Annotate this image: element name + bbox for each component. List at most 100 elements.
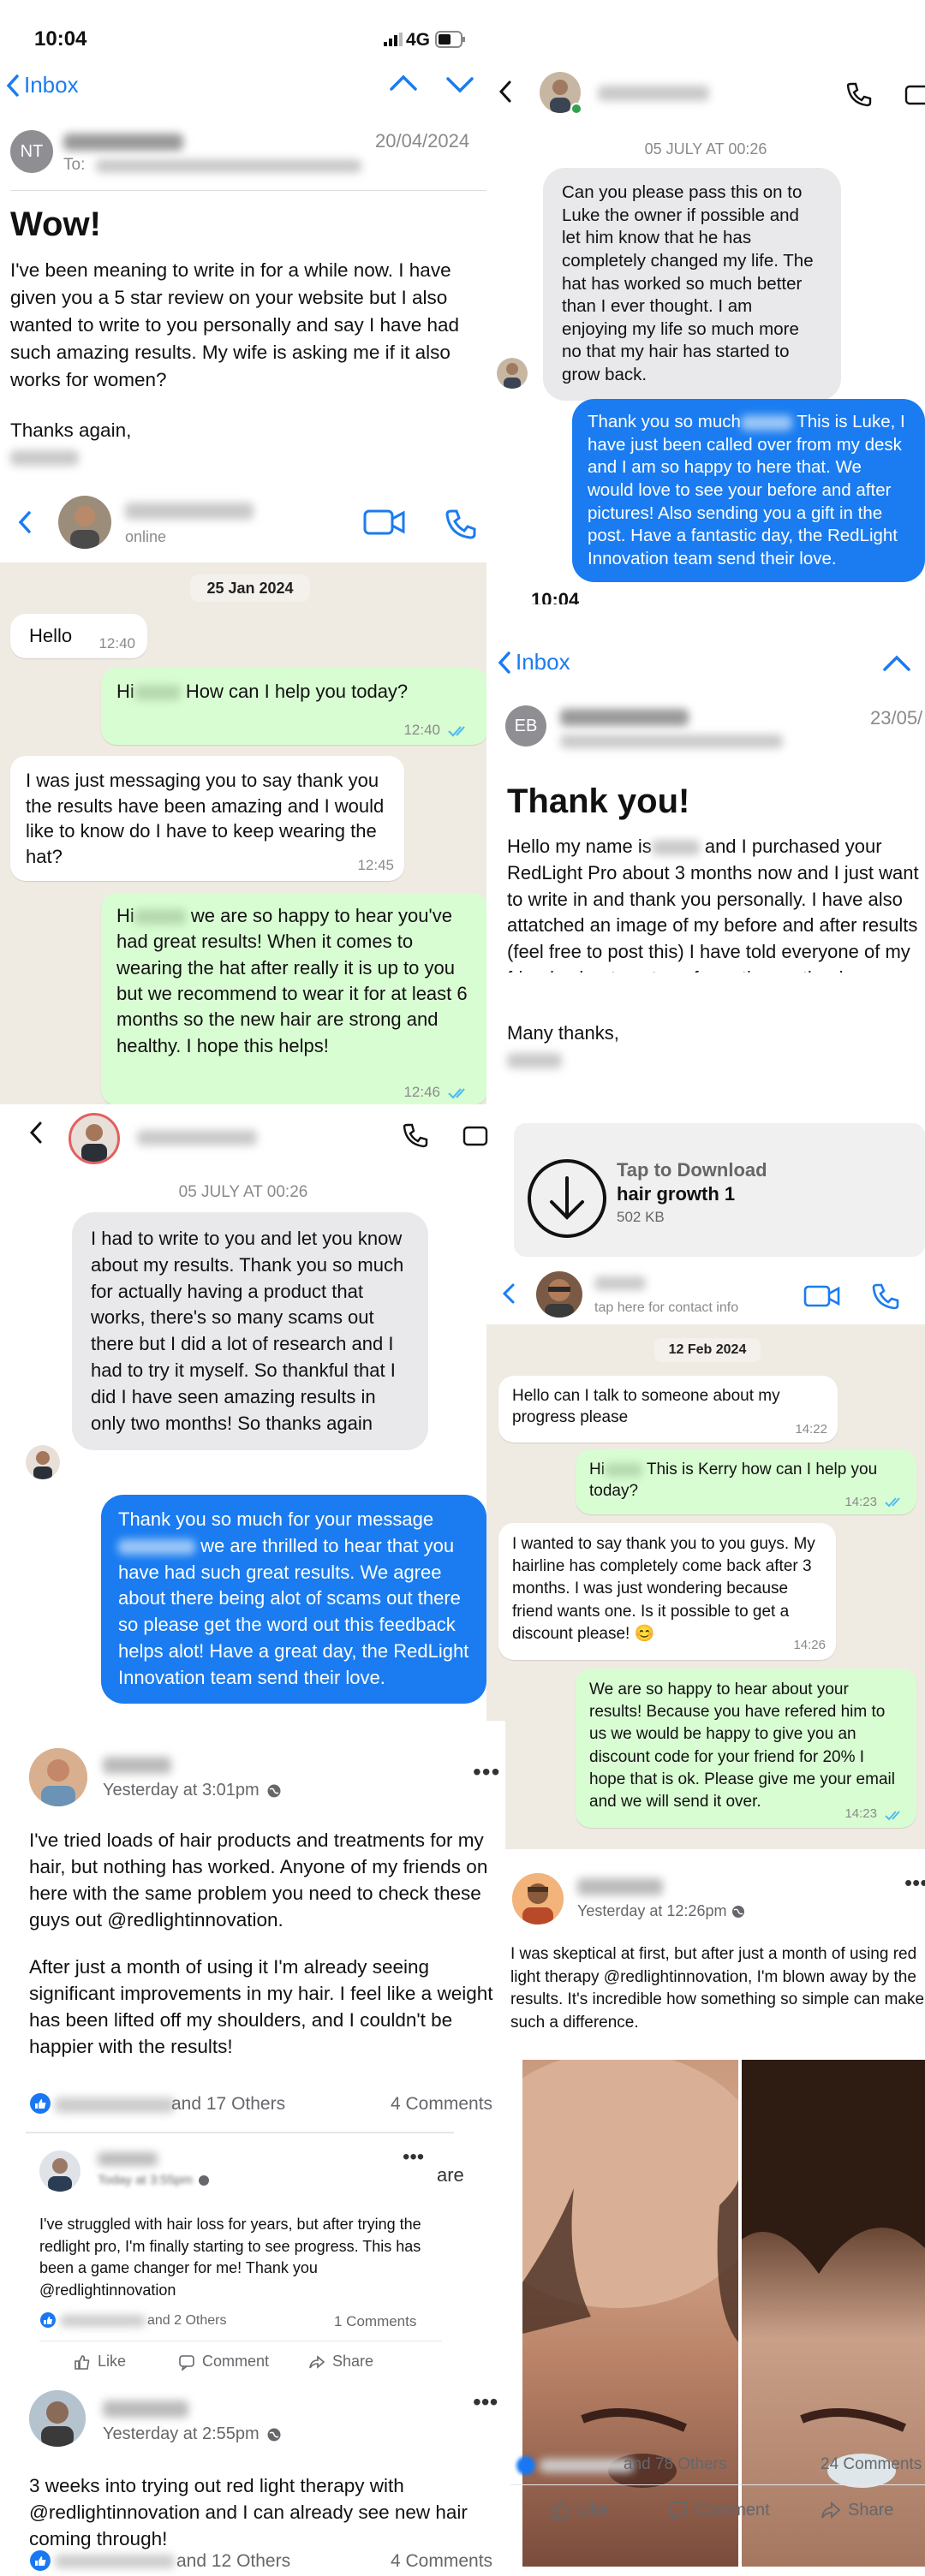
reaction-count[interactable]: and 2 Others (147, 2313, 227, 2329)
chevron-down-icon[interactable] (445, 74, 474, 100)
incoming-message: I wanted to say thank you to you guys. M… (498, 1523, 836, 1660)
chevron-left-icon (3, 73, 24, 98)
post-time-text: Yesterday at 2:55pm (103, 2424, 260, 2443)
poster-avatar (29, 2390, 86, 2447)
back-chevron-icon[interactable] (500, 1282, 517, 1310)
messenger-panel-luke: 05 JULY AT 00:26 Can you please pass thi… (486, 0, 925, 599)
chevron-up-icon[interactable] (389, 72, 418, 98)
share-label: Share (848, 2500, 894, 2519)
comment-icon (668, 2500, 689, 2520)
avatar-initials: EB (514, 716, 538, 735)
contact-avatar (69, 1113, 120, 1164)
back-button[interactable]: Inbox (495, 649, 570, 675)
like-button[interactable]: Like (550, 2500, 609, 2520)
email-thankyou-panel: 10:04 Inbox EB 23/05/ Thank you! Hello m… (486, 589, 925, 1276)
poster-name (103, 1757, 171, 1778)
message-text-start: Hi (116, 905, 134, 926)
signal-icon (384, 33, 403, 51)
signature-name (10, 450, 79, 470)
message-time: 12:46 (403, 1083, 440, 1100)
email-date: 23/05/ (870, 707, 923, 729)
share-button[interactable]: Share (821, 2500, 893, 2520)
read-receipt-icon (447, 1086, 471, 1100)
phone-icon[interactable] (870, 1282, 899, 1315)
contact-name (594, 1276, 646, 1294)
video-call-icon[interactable] (363, 508, 406, 541)
email-wow-panel: 10:04 4G Inbox NT 20/04/2024 To: Wow! I'… (0, 0, 492, 488)
video-icon[interactable] (904, 84, 925, 110)
after-photo (742, 2060, 925, 2567)
reaction-count[interactable]: and 78 Others (624, 2455, 726, 2474)
more-options-icon[interactable]: ••• (473, 1758, 500, 1786)
thumbs-up-icon (74, 2353, 91, 2371)
message-text-start: Hi (589, 1461, 605, 1478)
incoming-message: Can you please pass this on to Luke the … (543, 168, 841, 401)
poster-avatar (39, 2151, 81, 2192)
fb-post-card: Today at 3:55pm ••• are I've struggled w… (26, 2132, 464, 2397)
phone-icon[interactable] (444, 508, 476, 544)
poster-name (103, 2400, 188, 2422)
message-time: 12:45 (357, 857, 394, 874)
poster-avatar (29, 1748, 87, 1806)
sender-small-avatar (497, 358, 528, 389)
poster-name (98, 2152, 158, 2170)
sender-avatar: NT (10, 130, 53, 173)
attachment-card[interactable]: Tap to Download hair growth 1 502 KB (514, 1123, 925, 1257)
video-icon[interactable] (462, 1125, 488, 1151)
phone-icon[interactable] (401, 1121, 428, 1153)
post-time: Yesterday at 2:55pm (103, 2424, 282, 2444)
comment-count[interactable]: 4 Comments (391, 2551, 492, 2572)
outgoing-message: Hi we are so happy to hear you've had gr… (101, 893, 488, 1105)
comment-count[interactable]: 4 Comments (391, 2094, 492, 2115)
comment-button[interactable]: Comment (178, 2353, 269, 2371)
recipient-address (560, 735, 783, 753)
to-label: To: (63, 156, 86, 174)
comment-button[interactable]: Comment (668, 2500, 770, 2520)
facebook-photo-post: Yesterday at 12:26pm ••• I was skeptical… (505, 1849, 925, 2568)
message-text-start: Hi (116, 681, 134, 702)
like-reaction-icon (29, 2549, 51, 2576)
back-chevron-icon[interactable] (497, 79, 514, 109)
attachment-name: hair growth 1 (617, 1183, 736, 1205)
back-button[interactable]: Inbox (3, 72, 79, 98)
more-options-icon[interactable]: ••• (403, 2145, 424, 2169)
comment-icon (178, 2353, 195, 2371)
like-label: Like (98, 2353, 127, 2370)
messenger-panel-results: 05 JULY AT 00:26 I had to write to you a… (0, 1104, 488, 1725)
post-body: I was skeptical at first, but after just… (510, 1945, 925, 2032)
more-options-icon[interactable]: ••• (473, 2389, 498, 2416)
thumbs-up-icon (550, 2500, 570, 2520)
facebook-posts-panel: Yesterday at 3:01pm ••• I've tried loads… (0, 1721, 505, 2571)
reaction-count[interactable]: and 17 Others (171, 2094, 285, 2115)
phone-icon[interactable] (844, 80, 872, 112)
reaction-count[interactable]: and 12 Others (176, 2551, 290, 2572)
like-button[interactable]: Like (74, 2353, 126, 2371)
video-call-icon[interactable] (803, 1283, 841, 1313)
sender-avatar: EB (505, 705, 546, 747)
share-button[interactable]: Share (308, 2353, 373, 2371)
comment-count[interactable]: 24 Comments (821, 2455, 922, 2474)
back-chevron-icon[interactable] (15, 509, 34, 539)
read-receipt-icon (884, 1810, 904, 1822)
sender-small-avatar (26, 1445, 60, 1479)
message-text: Hello (29, 625, 73, 646)
message-time: 14:22 (795, 1421, 827, 1437)
chat-date: 25 Jan 2024 (190, 574, 310, 602)
post-body-2: After just a month of using it I'm alrea… (29, 1956, 493, 2058)
redacted-name (134, 909, 186, 925)
back-chevron-icon[interactable] (27, 1120, 45, 1150)
chevron-up-icon[interactable] (882, 652, 911, 679)
whatsapp-panel-feb: tap here for contact info 12 Feb 2024 He… (486, 1263, 925, 1862)
before-photo (522, 2060, 738, 2567)
post-time: Yesterday at 12:26pm (577, 1902, 745, 1920)
body-start: Hello my name is (507, 836, 652, 857)
chevron-left-icon (495, 650, 516, 675)
chat-date: 05 JULY AT 00:26 (178, 1183, 308, 1201)
email-subject: Wow! (10, 205, 101, 243)
chat-date: 12 Feb 2024 (654, 1338, 761, 1362)
share-icon (821, 2500, 841, 2520)
inbox-label: Inbox (24, 72, 79, 98)
comment-count[interactable]: 1 Comments (334, 2313, 416, 2330)
like-label: Like (577, 2500, 609, 2519)
more-options-icon[interactable]: ••• (904, 1870, 925, 1896)
